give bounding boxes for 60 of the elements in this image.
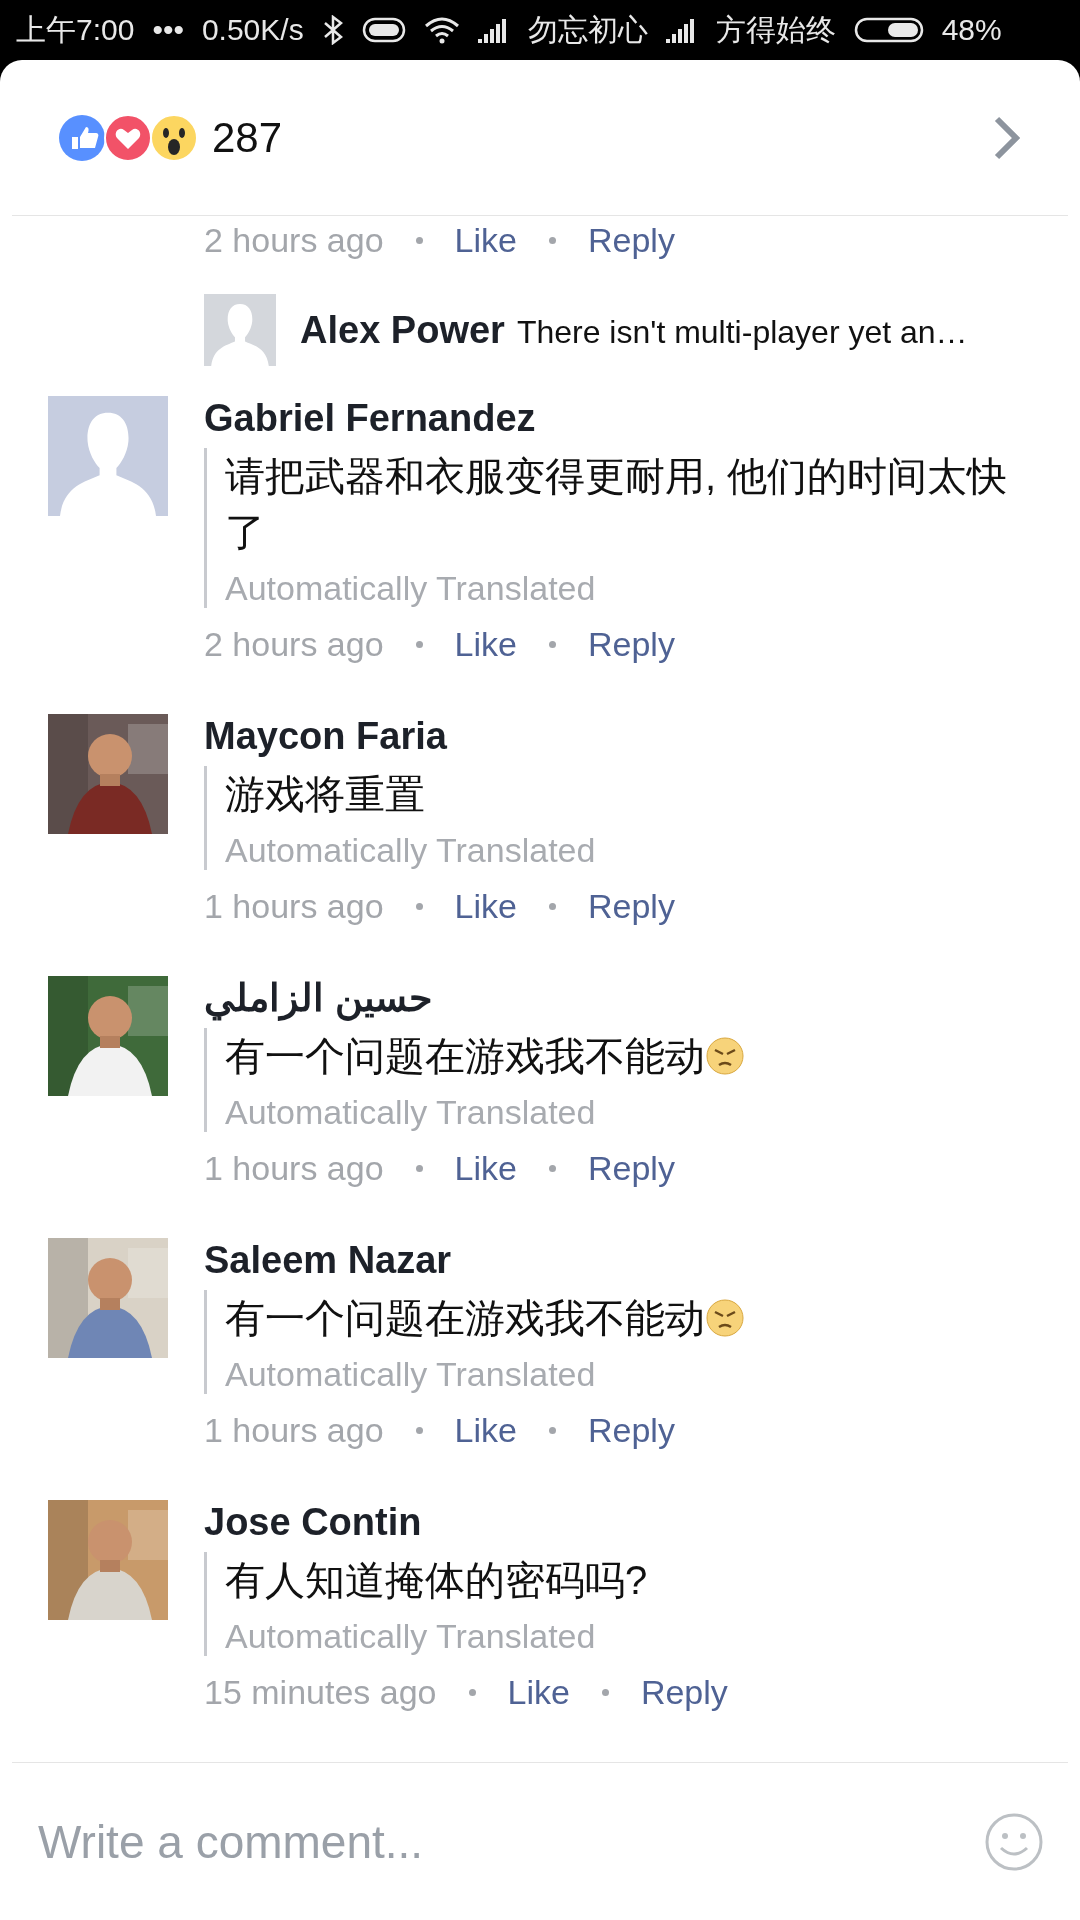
commenter-name[interactable]: حسين الزاملي bbox=[204, 976, 1016, 1020]
like-link[interactable]: Like bbox=[507, 1672, 570, 1712]
battery-percent: 48% bbox=[941, 13, 1002, 47]
reply-link[interactable]: Reply bbox=[587, 1148, 675, 1188]
comment-time: 15 minutes ago bbox=[204, 1672, 437, 1712]
reply-link[interactable]: Reply bbox=[587, 886, 675, 926]
like-link[interactable]: Like bbox=[454, 1148, 517, 1188]
more-indicator: ••• bbox=[152, 13, 184, 47]
separator-dot bbox=[548, 640, 556, 648]
carrier-name: 勿忘初心 bbox=[527, 11, 648, 48]
separator-dot bbox=[548, 1426, 556, 1434]
separator-dot bbox=[415, 1426, 423, 1434]
translation-note: Automatically Translated bbox=[225, 1092, 596, 1132]
separator-dot bbox=[415, 902, 423, 910]
clock: 上午7:00 bbox=[16, 11, 135, 48]
reply-link[interactable]: Reply bbox=[587, 624, 675, 664]
translation-note: Automatically Translated bbox=[225, 1616, 596, 1656]
commenter-name[interactable]: Jose Contin bbox=[204, 1500, 1016, 1544]
capsule-icon bbox=[361, 16, 406, 44]
comment-time: 1 hours ago bbox=[204, 1410, 384, 1450]
carrier-name: 方得始终 bbox=[715, 11, 836, 48]
separator-dot bbox=[415, 1164, 423, 1172]
comment-time: 1 hours ago bbox=[204, 886, 384, 926]
commenter-name[interactable]: Maycon Faria bbox=[204, 714, 1016, 758]
separator-dot bbox=[468, 1688, 476, 1696]
translation-note: Automatically Translated bbox=[225, 830, 596, 870]
reply-link[interactable]: Reply bbox=[587, 220, 675, 260]
separator-dot bbox=[548, 236, 556, 244]
separator-dot bbox=[415, 640, 423, 648]
reply-link[interactable]: Reply bbox=[587, 1410, 675, 1450]
translation-note: Automatically Translated bbox=[225, 1354, 596, 1394]
reply-preview-text[interactable]: There isn't multi-player yet an… bbox=[516, 314, 968, 351]
comment-time: 1 hours ago bbox=[204, 1148, 384, 1188]
separator-dot bbox=[548, 1164, 556, 1172]
translation-note: Automatically Translated bbox=[225, 568, 596, 608]
comment-text: 有人知道掩体的密码吗? bbox=[225, 1557, 648, 1604]
battery-icon bbox=[853, 16, 924, 44]
comment-text: 有一个问题在游戏我不能动 bbox=[225, 1028, 745, 1084]
like-link[interactable]: Like bbox=[454, 886, 517, 926]
network-speed: 0.50K/s bbox=[201, 13, 304, 47]
commenter-name[interactable]: Saleem Nazar bbox=[204, 1238, 1016, 1282]
reaction-count[interactable]: 287 bbox=[212, 113, 283, 162]
reply-link[interactable]: Reply bbox=[640, 1672, 728, 1712]
comment-time: 2 hours ago bbox=[204, 220, 384, 260]
comment-text: 请把武器和衣服变得更耐用, 他们的时间太快了 bbox=[225, 453, 1009, 556]
like-link[interactable]: Like bbox=[454, 624, 517, 664]
smiley-icon[interactable] bbox=[984, 1811, 1044, 1872]
separator-dot bbox=[548, 902, 556, 910]
separator-dot bbox=[601, 1688, 609, 1696]
comment-time: 2 hours ago bbox=[204, 624, 384, 664]
like-link[interactable]: Like bbox=[454, 220, 517, 260]
wifi-icon bbox=[423, 16, 460, 44]
comment-text: 游戏将重置 bbox=[225, 771, 425, 818]
commenter-name[interactable]: Alex Power bbox=[300, 308, 505, 352]
comment-text: 有一个问题在游戏我不能动 bbox=[225, 1290, 745, 1346]
avatar-placeholder bbox=[204, 294, 276, 366]
like-link[interactable]: Like bbox=[454, 1410, 517, 1450]
separator-dot bbox=[415, 236, 423, 244]
commenter-name[interactable]: Gabriel Fernandez bbox=[204, 396, 1016, 440]
chevron-right-icon[interactable] bbox=[992, 114, 1022, 161]
